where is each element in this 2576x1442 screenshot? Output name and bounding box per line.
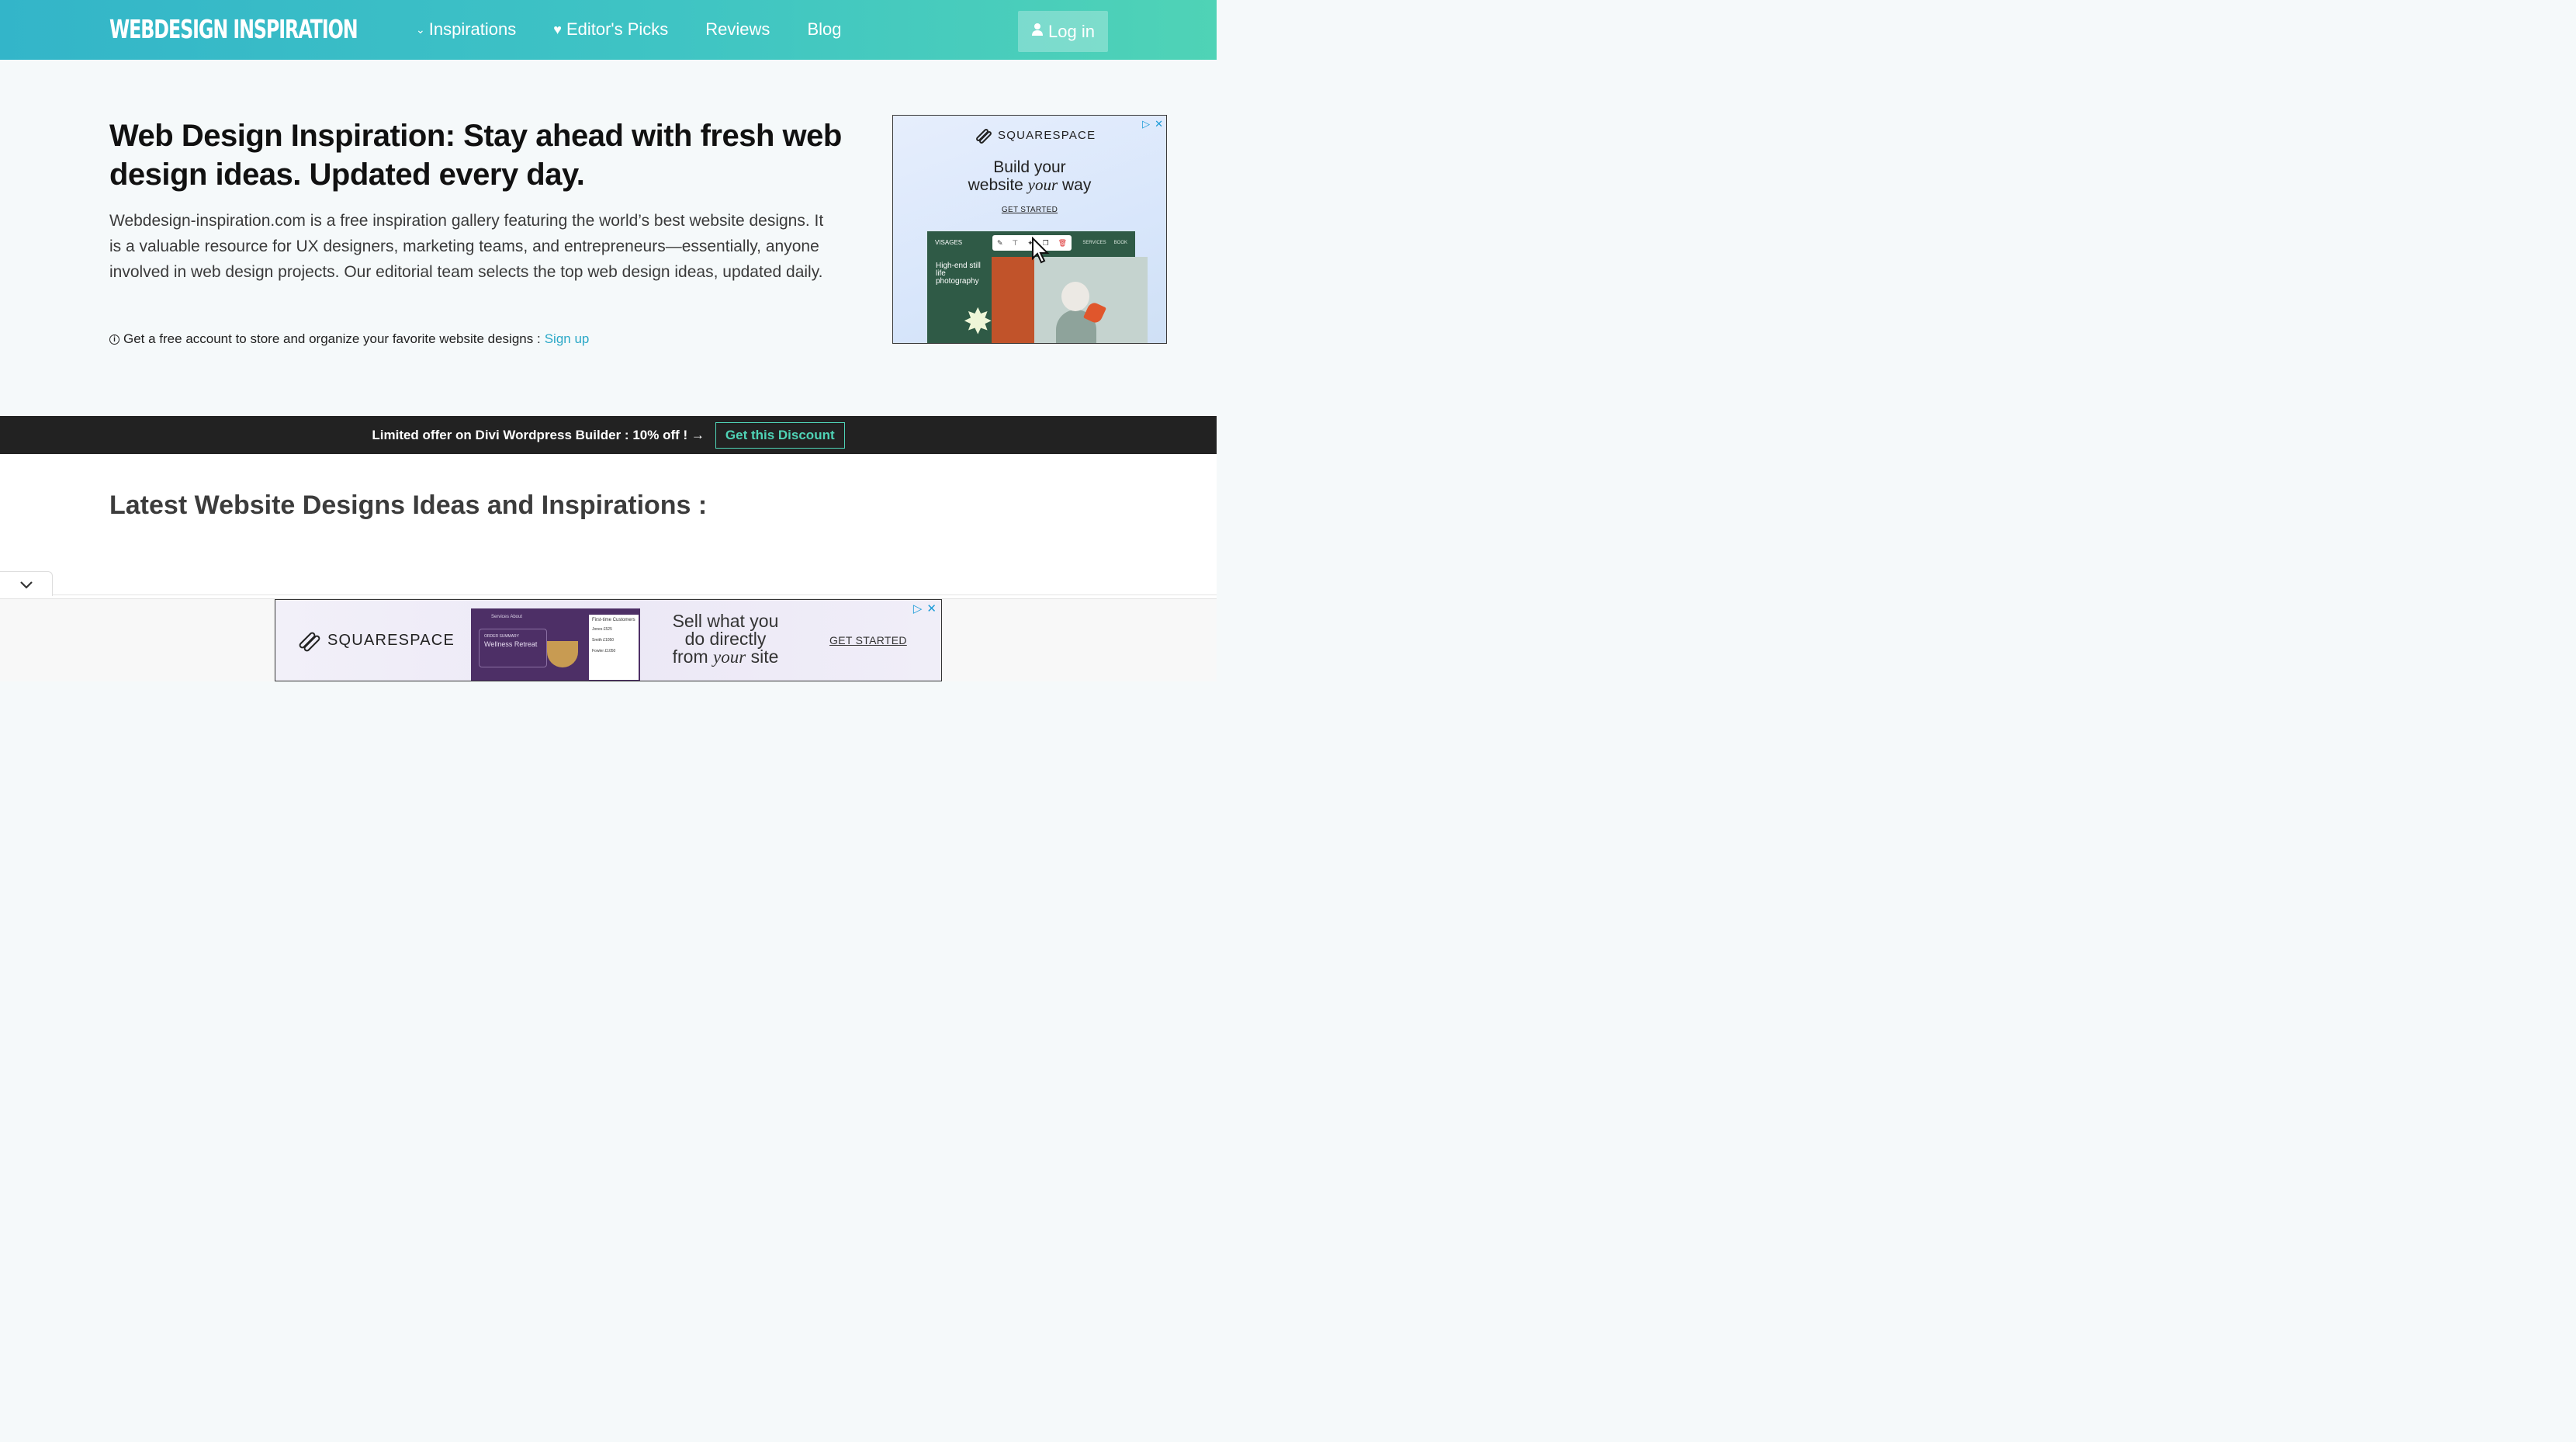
bottom-ad-headline: Sell what you do directly from your site: [672, 611, 779, 667]
squarespace-bottom-ad[interactable]: ▷ ✕ SQUARESPACE Services About ORDER SUM…: [275, 599, 942, 681]
collapse-ad-button[interactable]: [0, 571, 53, 596]
squarespace-logo-icon: [975, 127, 993, 145]
bottom-ad-get-started-link[interactable]: GET STARTED: [829, 634, 907, 646]
site-logo[interactable]: WEBDESIGN INSPIRATION: [109, 14, 358, 44]
align-top-icon: ⊤: [1012, 238, 1019, 247]
pencil-icon: ✎: [996, 238, 1003, 247]
signup-note-text: Get a free account to store and organize…: [123, 331, 541, 346]
nav-reviews[interactable]: Reviews: [705, 19, 770, 40]
ad-headline-line1: Build your: [993, 158, 1066, 176]
offer-bar: Limited offer on Divi Wordpress Builder …: [0, 416, 1217, 454]
get-discount-button[interactable]: Get this Discount: [715, 421, 845, 449]
heart-icon: ♥: [553, 21, 562, 37]
nav-blog[interactable]: Blog: [807, 19, 841, 40]
ad-brand-label: SQUARESPACE: [998, 128, 1096, 142]
mock-still-life-image: [992, 257, 1148, 343]
signup-note: i Get a free account to store and organi…: [109, 331, 589, 347]
chevron-down-icon: [19, 581, 33, 589]
nav-editors-picks[interactable]: ♥ Editor's Picks: [553, 19, 668, 40]
nav-blog-label: Blog: [807, 19, 842, 39]
login-label: Log in: [1048, 21, 1095, 41]
nav-editors-picks-label: Editor's Picks: [566, 19, 669, 39]
mouse-cursor-icon: [1031, 236, 1051, 272]
bottom-ad-mock-screenshot: Services About ORDER SUMMARY Wellness Re…: [471, 608, 640, 681]
bottom-ad-brand-label: SQUARESPACE: [327, 631, 455, 649]
bottom-ad-controls: ▷ ✕: [913, 601, 937, 615]
info-icon: i: [109, 334, 119, 345]
mock-nav: Services About: [491, 615, 523, 619]
divider: [0, 594, 1217, 595]
mock-brand: VISAGES: [935, 239, 963, 246]
signup-link[interactable]: Sign up: [545, 331, 590, 347]
ad-headline: Build your website your way: [893, 158, 1166, 194]
nav-inspirations[interactable]: ⌄ Inspirations: [416, 19, 516, 40]
squarespace-logo-icon: [297, 630, 322, 653]
adchoices-icon[interactable]: ▷: [1142, 118, 1150, 130]
mock-nav: SERVICES BOOK: [1082, 241, 1127, 245]
singing-bowl-image: [547, 641, 578, 667]
nav-reviews-label: Reviews: [705, 19, 770, 39]
hero-description: Webdesign-inspiration.com is a free insp…: [109, 212, 824, 281]
squarespace-side-ad[interactable]: ▷ ✕ SQUARESPACE Build your website your …: [892, 115, 1167, 344]
close-ad-icon[interactable]: ✕: [926, 601, 937, 615]
mock-customer-table: First-time Customers Jones £525 Smith £1…: [589, 615, 639, 680]
nav-inspirations-label: Inspirations: [428, 19, 517, 39]
top-navigation-bar: WEBDESIGN INSPIRATION ⌄ Inspirations ♥ E…: [0, 0, 1217, 60]
adchoices-icon[interactable]: ▷: [913, 601, 923, 615]
ad-brand: SQUARESPACE: [975, 127, 1096, 145]
close-ad-icon[interactable]: ✕: [1155, 118, 1163, 130]
ad-get-started-link[interactable]: GET STARTED: [893, 206, 1166, 214]
main-nav: ⌄ Inspirations ♥ Editor's Picks Reviews …: [416, 19, 878, 40]
starburst-icon: ✸: [963, 301, 993, 341]
bottom-ad-brand: SQUARESPACE: [297, 630, 455, 653]
chevron-down-icon: ⌄: [416, 23, 425, 36]
ad-headline-line2: website your way: [968, 175, 1092, 195]
ad-controls: ▷ ✕: [1142, 118, 1163, 130]
page-title: Web Design Inspiration: Stay ahead with …: [109, 119, 842, 192]
user-icon: [1031, 23, 1044, 40]
login-button[interactable]: Log in: [1018, 11, 1108, 52]
offer-text: Limited offer on Divi Wordpress Builder …: [372, 427, 705, 442]
latest-section-title: Latest Website Designs Ideas and Inspira…: [109, 490, 708, 520]
mock-caption: High-end still life photography: [936, 262, 981, 286]
mock-order-card: ORDER SUMMARY Wellness Retreat: [479, 629, 547, 667]
trash-icon: 🗑: [1058, 238, 1068, 247]
